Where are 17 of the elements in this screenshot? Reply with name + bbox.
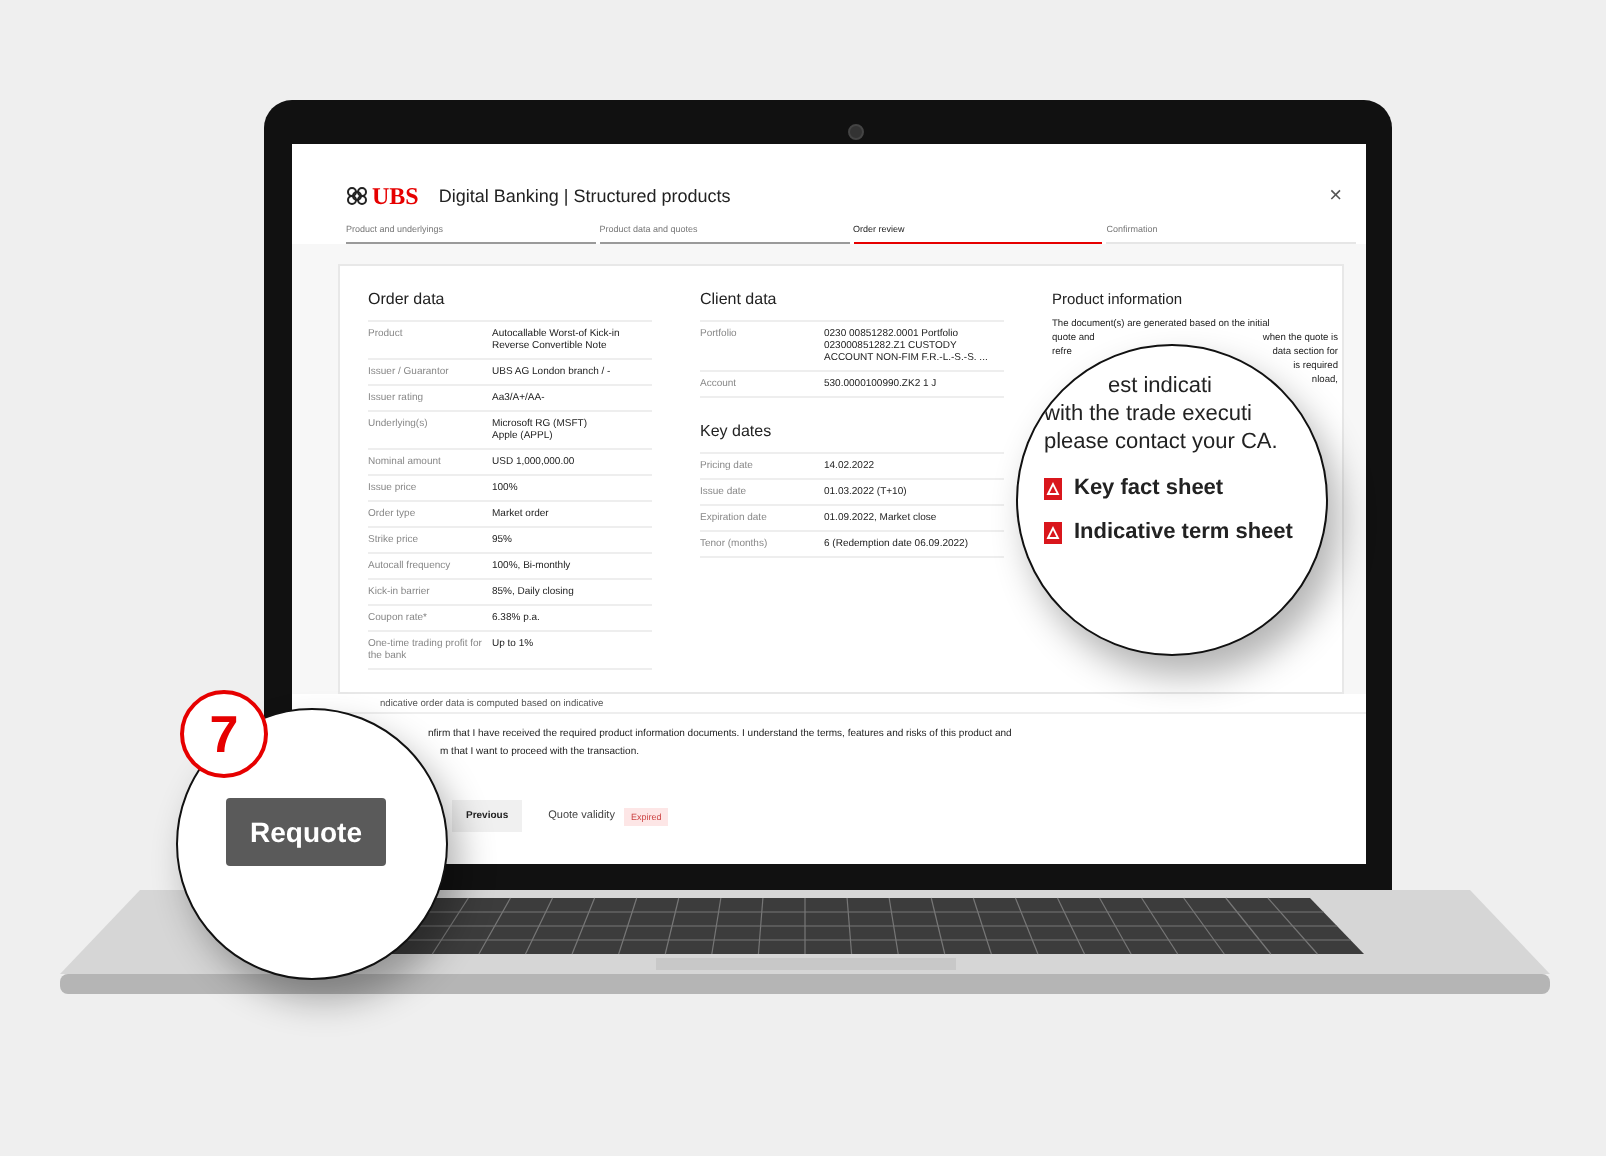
document-link[interactable]: Indicative term sheet	[1074, 520, 1293, 544]
magnified-text: est indicati	[1108, 372, 1212, 400]
keys-logo-icon	[346, 186, 368, 206]
section-title: Key dates	[700, 422, 774, 442]
requote-button[interactable]: Requote	[226, 798, 386, 866]
magnified-text: with the trade executi	[1044, 400, 1252, 428]
app-title: Digital Banking | Structured products	[438, 186, 733, 206]
pdf-icon	[1044, 477, 1062, 499]
step-number-badge: 7	[180, 690, 268, 778]
section-title: Client data	[700, 290, 779, 310]
pdf-icon	[1044, 521, 1062, 543]
magnified-text: please contact your CA.	[1044, 428, 1278, 456]
close-button[interactable]: ×	[1325, 184, 1346, 208]
webcam-icon	[848, 124, 864, 140]
brand-name: UBS	[372, 181, 419, 211]
document-link[interactable]: Key fact sheet	[1074, 476, 1224, 500]
section-title: Order data	[368, 290, 447, 310]
